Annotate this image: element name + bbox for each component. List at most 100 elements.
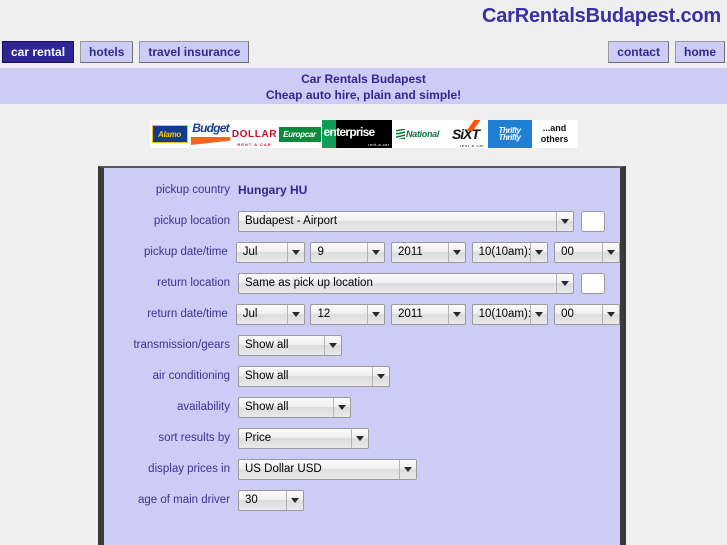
label-availability: availability (176, 401, 230, 413)
select-return-hour-text: 10(10am): (478, 307, 532, 320)
sixt-logo-subtext: rent a car (459, 143, 485, 148)
select-return-year-text: 2011 (398, 307, 423, 320)
select-return-year[interactable]: 2011 (391, 303, 466, 325)
tagline-line-2: Cheap auto hire, plain and simple! (265, 88, 462, 102)
select-pickup-hour[interactable]: 10(10am): (471, 241, 549, 263)
nav-tab-travel-insurance[interactable]: travel insurance (139, 41, 250, 63)
national-logo: National (391, 120, 444, 148)
select-transmission[interactable]: Show all (238, 334, 342, 356)
select-transmission-text: Show all (245, 338, 289, 351)
label-return-location: return location (157, 277, 230, 289)
alamo-logo: Alamo (149, 120, 190, 148)
enterprise-logo: enterprise rent-a-car (321, 120, 392, 148)
alamo-logo-text: Alamo (158, 129, 181, 139)
chevron-down-icon[interactable] (530, 242, 547, 262)
select-air-conditioning[interactable]: Show all (238, 365, 390, 387)
sixt-logo: SiXT rent a car (443, 120, 488, 148)
dollar-logo: DOLLAR RENT A CAR (231, 120, 278, 148)
chevron-down-icon[interactable] (447, 242, 465, 262)
chevron-down-icon[interactable] (286, 490, 303, 510)
chevron-down-icon[interactable] (286, 242, 304, 262)
nav-tab-car-rental[interactable]: car rental (2, 41, 75, 63)
row-return-datetime: return date/time Jul 12 2011 10(10am): 0… (104, 301, 620, 327)
label-driver-age: age of main driver (137, 494, 230, 506)
row-transmission: transmission/gears Show all (104, 332, 620, 358)
select-pickup-day[interactable]: 9 (310, 241, 386, 263)
nav-link-home[interactable]: home (674, 41, 725, 63)
label-return-datetime: return date/time (147, 308, 228, 320)
select-display-prices-text: US Dollar USD (245, 462, 322, 475)
budget-logo: Budget (189, 120, 232, 148)
national-logo-flag-icon (395, 129, 405, 139)
select-driver-age-text: 30 (245, 493, 258, 506)
select-return-location-text: Same as pick up location (245, 276, 373, 289)
label-transmission: transmission/gears (133, 339, 230, 351)
select-pickup-minute[interactable]: 00 (554, 241, 620, 263)
label-pickup-datetime: pickup date/time (144, 246, 228, 258)
chevron-down-icon[interactable] (447, 304, 465, 324)
chevron-down-icon[interactable] (286, 304, 304, 324)
select-return-month[interactable]: Jul (235, 303, 305, 325)
select-air-conditioning-text: Show all (245, 369, 289, 382)
chevron-down-icon[interactable] (372, 366, 389, 386)
select-return-minute[interactable]: 00 (554, 303, 620, 325)
chevron-down-icon[interactable] (367, 304, 384, 324)
brand-logo-strip: Alamo Budget DOLLAR RENT A CAR Europcar … (0, 118, 727, 150)
chevron-down-icon[interactable] (602, 242, 619, 262)
select-return-location[interactable]: Same as pick up location (238, 272, 574, 294)
nav-tab-hotels[interactable]: hotels (80, 41, 134, 63)
and-others-line-2: others (540, 134, 569, 144)
select-return-minute-text: 00 (561, 307, 574, 320)
europcar-logo-text: Europcar (283, 129, 316, 139)
row-pickup-location: pickup location Budapest - Airport (104, 208, 620, 234)
row-pickup-country: pickup country Hungary HU (104, 177, 620, 203)
input-pickup-location-code[interactable] (581, 210, 605, 232)
select-sort-results-text: Price (245, 431, 272, 444)
chevron-down-icon[interactable] (367, 242, 384, 262)
select-sort-results[interactable]: Price (238, 427, 369, 449)
select-pickup-month-text: Jul (242, 245, 258, 258)
dollar-logo-text: DOLLAR (231, 128, 278, 140)
chevron-down-icon[interactable] (324, 335, 341, 355)
select-pickup-year[interactable]: 2011 (391, 241, 466, 263)
site-title: CarRentalsBudapest.com (482, 5, 721, 27)
chevron-down-icon[interactable] (556, 273, 573, 293)
nav-right-group: contact home (608, 41, 725, 63)
thrifty-logo: Thrifty Thrifty (487, 120, 532, 148)
select-return-day-text: 12 (317, 307, 331, 320)
select-driver-age[interactable]: 30 (238, 489, 304, 511)
select-return-hour[interactable]: 10(10am): (471, 303, 549, 325)
thrifty-logo-text-2: Thrifty (498, 133, 521, 142)
row-pickup-datetime: pickup date/time Jul 9 2011 10(10am): 00 (104, 239, 620, 265)
and-others-line-1: ...and (542, 123, 567, 133)
chevron-down-icon[interactable] (556, 211, 573, 231)
enterprise-logo-text: enterprise (323, 125, 376, 139)
row-sort-results: sort results by Price (104, 425, 620, 451)
tagline-banner: Car Rentals Budapest Cheap auto hire, pl… (0, 68, 727, 104)
select-pickup-month[interactable]: Jul (235, 241, 305, 263)
label-pickup-country: pickup country (155, 184, 230, 196)
select-pickup-minute-text: 00 (561, 245, 574, 258)
input-return-location-code[interactable] (581, 272, 605, 294)
row-return-location: return location Same as pick up location (104, 270, 620, 296)
label-display-prices: display prices in (148, 463, 230, 475)
chevron-down-icon[interactable] (351, 428, 368, 448)
label-pickup-location: pickup location (153, 215, 230, 227)
chevron-down-icon[interactable] (602, 304, 619, 324)
select-availability[interactable]: Show all (238, 396, 351, 418)
chevron-down-icon[interactable] (399, 459, 416, 479)
select-pickup-location[interactable]: Budapest - Airport (238, 210, 574, 232)
chevron-down-icon[interactable] (530, 304, 547, 324)
tagline-line-1: Car Rentals Budapest (301, 72, 426, 86)
select-display-prices[interactable]: US Dollar USD (238, 458, 417, 480)
nav-link-contact[interactable]: contact (608, 41, 669, 63)
select-pickup-year-text: 2011 (398, 245, 423, 258)
sixt-logo-text: SiXT (451, 126, 480, 142)
and-others-label: ...and others (531, 120, 578, 148)
chevron-down-icon[interactable] (333, 397, 350, 417)
select-return-day[interactable]: 12 (310, 303, 386, 325)
budget-logo-bar (190, 137, 231, 145)
nav-left-group: car rental hotels travel insurance (2, 41, 250, 63)
car-rental-search-form: pickup country Hungary HU pickup locatio… (98, 166, 626, 545)
select-pickup-location-text: Budapest - Airport (245, 214, 338, 227)
